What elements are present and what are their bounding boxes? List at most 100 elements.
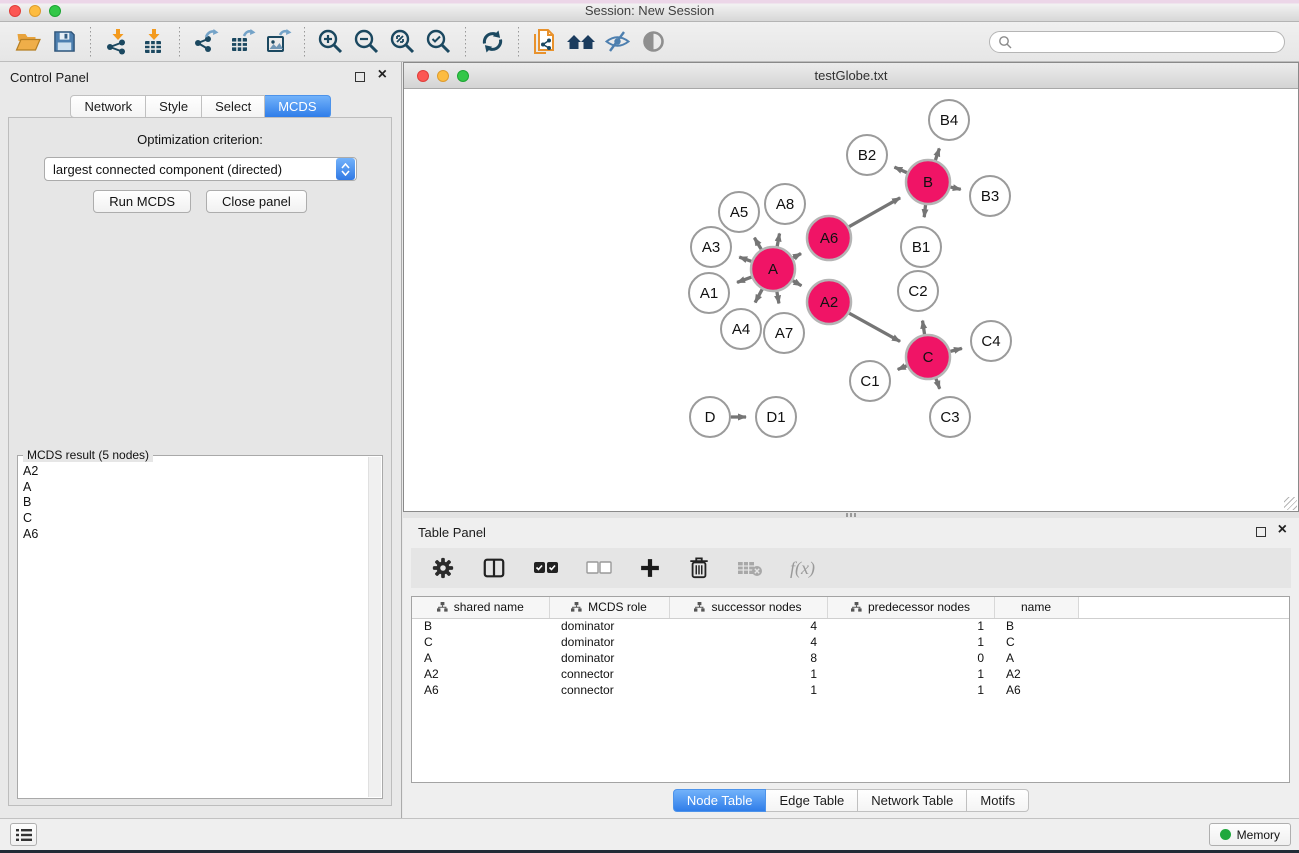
result-item[interactable]: A2 <box>23 464 368 480</box>
open-folder-icon[interactable] <box>10 26 46 58</box>
cell[interactable]: 8 <box>669 650 827 666</box>
close-panel-icon[interactable]: × <box>378 66 387 84</box>
edge-A-A4[interactable] <box>755 289 762 302</box>
edge-C-C1[interactable] <box>898 366 907 370</box>
edge-A-A1[interactable] <box>737 277 751 282</box>
cell[interactable]: A2 <box>412 666 549 682</box>
zoom-selected-icon[interactable] <box>421 26 457 58</box>
column-header-successor-nodes[interactable]: successor nodes <box>669 597 827 618</box>
import-table-icon[interactable] <box>135 26 171 58</box>
cell[interactable]: connector <box>549 666 669 682</box>
result-item[interactable]: A <box>23 480 368 496</box>
cell[interactable]: A6 <box>994 682 1078 698</box>
table-row[interactable]: A6connector11A6 <box>412 682 1289 698</box>
close-panel-button[interactable]: Close panel <box>206 190 307 213</box>
float-table-panel-icon[interactable] <box>1256 527 1266 537</box>
close-table-panel-icon[interactable]: × <box>1278 521 1287 539</box>
zoom-in-icon[interactable] <box>313 26 349 58</box>
cell[interactable]: A <box>994 650 1078 666</box>
double-home-icon[interactable] <box>563 26 599 58</box>
edge-B-B3[interactable] <box>950 187 960 189</box>
result-item[interactable]: B <box>23 495 368 511</box>
add-column-icon[interactable] <box>639 557 661 579</box>
result-item[interactable]: C <box>23 511 368 527</box>
cell[interactable]: A <box>412 650 549 666</box>
tab-motifs[interactable]: Motifs <box>967 789 1029 812</box>
import-network-icon[interactable] <box>99 26 135 58</box>
edge-A-A7[interactable] <box>777 292 779 304</box>
cell[interactable]: B <box>994 618 1078 634</box>
export-table-icon[interactable] <box>224 26 260 58</box>
cell[interactable]: 4 <box>669 618 827 634</box>
memory-button[interactable]: Memory <box>1209 823 1291 846</box>
edge-A-A5[interactable] <box>754 238 761 249</box>
cell[interactable]: 0 <box>827 650 994 666</box>
cell[interactable]: 1 <box>669 682 827 698</box>
cell[interactable]: dominator <box>549 618 669 634</box>
column-header-predecessor-nodes[interactable]: predecessor nodes <box>827 597 994 618</box>
edge-A-A6[interactable] <box>793 253 801 257</box>
cell[interactable]: A2 <box>994 666 1078 682</box>
tab-node-table[interactable]: Node Table <box>673 789 767 812</box>
hide-eye-icon[interactable] <box>599 26 635 58</box>
cell[interactable]: 1 <box>827 682 994 698</box>
cell[interactable]: dominator <box>549 650 669 666</box>
export-image-icon[interactable] <box>260 26 296 58</box>
tab-network-table[interactable]: Network Table <box>858 789 967 812</box>
network-canvas-svg[interactable]: B4B2BB3A8A5A6A3B1AC2A1A2A4A7C4CC1DD1C3 <box>404 89 1298 511</box>
criterion-dropdown[interactable]: largest connected component (directed) <box>44 157 357 181</box>
column-header-shared-name[interactable]: shared name <box>412 597 549 618</box>
cell[interactable]: 4 <box>669 634 827 650</box>
tab-mcds[interactable]: MCDS <box>265 95 330 118</box>
tab-style[interactable]: Style <box>146 95 202 118</box>
edge-A-A8[interactable] <box>777 234 779 247</box>
cell[interactable]: 1 <box>827 666 994 682</box>
edge-A2-C[interactable] <box>849 313 900 341</box>
column-header-name[interactable]: name <box>994 597 1078 618</box>
deselect-check-icon[interactable] <box>586 561 612 575</box>
cell[interactable]: connector <box>549 682 669 698</box>
table-row[interactable]: A2connector11A2 <box>412 666 1289 682</box>
cell[interactable]: A6 <box>412 682 549 698</box>
table-row[interactable]: Adominator80A <box>412 650 1289 666</box>
edge-C-C4[interactable] <box>950 348 962 351</box>
column-view-icon[interactable] <box>482 556 506 580</box>
result-item[interactable]: A6 <box>23 527 368 543</box>
float-panel-icon[interactable] <box>355 72 365 82</box>
edge-B-B4[interactable] <box>935 148 939 160</box>
table-row[interactable]: Bdominator41B <box>412 618 1289 634</box>
edge-A-A2[interactable] <box>793 281 802 286</box>
zoom-out-icon[interactable] <box>349 26 385 58</box>
gear-icon[interactable] <box>431 556 455 580</box>
save-icon[interactable] <box>46 26 82 58</box>
edge-C-C2[interactable] <box>922 321 924 335</box>
delete-column-trash-icon[interactable] <box>688 556 710 580</box>
edge-C-C3[interactable] <box>936 379 940 389</box>
refresh-icon[interactable] <box>474 26 510 58</box>
network-window-titlebar[interactable]: testGlobe.txt <box>404 63 1298 89</box>
cell[interactable]: 1 <box>669 666 827 682</box>
show-eye-icon[interactable] <box>635 26 671 58</box>
node-table[interactable]: shared nameMCDS rolesuccessor nodesprede… <box>411 596 1290 783</box>
tab-network[interactable]: Network <box>70 95 146 118</box>
cell[interactable]: dominator <box>549 634 669 650</box>
zoom-fit-icon[interactable] <box>385 26 421 58</box>
search-field[interactable] <box>989 31 1285 53</box>
cell[interactable]: C <box>994 634 1078 650</box>
column-header-MCDS-role[interactable]: MCDS role <box>549 597 669 618</box>
select-all-check-icon[interactable] <box>533 561 559 575</box>
tab-edge-table[interactable]: Edge Table <box>766 789 858 812</box>
cell[interactable]: 1 <box>827 618 994 634</box>
edge-A6-B[interactable] <box>849 198 900 227</box>
mcds-result-list[interactable]: A2ABCA6 <box>19 462 368 797</box>
result-scrollbar[interactable] <box>368 457 381 797</box>
export-network-icon[interactable] <box>188 26 224 58</box>
cell[interactable]: C <box>412 634 549 650</box>
table-row[interactable]: Cdominator41C <box>412 634 1289 650</box>
session-document-icon[interactable] <box>527 26 563 58</box>
task-history-button[interactable] <box>10 823 37 846</box>
edge-A-A3[interactable] <box>739 257 751 261</box>
cell[interactable]: 1 <box>827 634 994 650</box>
edge-B-B2[interactable] <box>894 167 907 173</box>
search-input[interactable] <box>1012 35 1276 49</box>
